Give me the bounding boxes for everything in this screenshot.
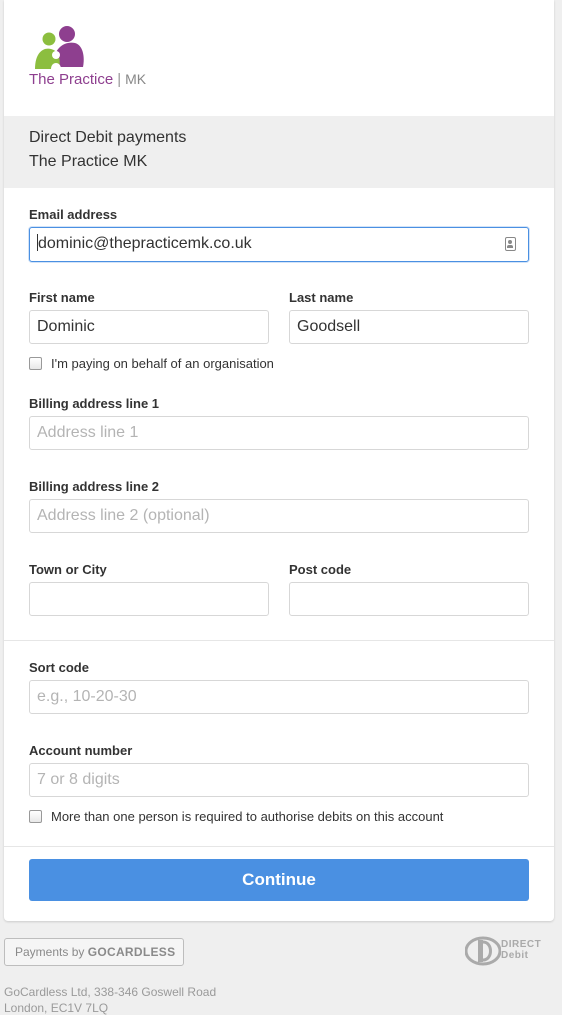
account-number-field[interactable]: 7 or 8 digits <box>29 763 529 797</box>
sort-code-label: Sort code <box>29 660 89 675</box>
last-name-value: Goodsell <box>297 318 361 335</box>
practice-logo: The Practice | MK <box>29 25 189 95</box>
contact-card-icon[interactable] <box>505 237 516 251</box>
multi-auth-checkbox-row[interactable]: More than one person is required to auth… <box>29 809 443 824</box>
badge-prefix: Payments by <box>15 945 85 959</box>
continue-button[interactable]: Continue <box>29 859 529 901</box>
email-field[interactable]: dominic@thepracticemk.co.uk <box>29 227 529 262</box>
dd-line1: DIRECT <box>501 939 542 950</box>
organisation-checkbox[interactable] <box>29 357 42 370</box>
direct-debit-icon <box>464 936 502 966</box>
merchant-header: Direct Debit payments The Practice MK <box>4 116 554 188</box>
town-label: Town or City <box>29 562 107 577</box>
first-name-value: Dominic <box>37 318 95 335</box>
section-divider <box>4 846 554 847</box>
organisation-checkbox-row[interactable]: I'm paying on behalf of an organisation <box>29 356 274 371</box>
email-value: dominic@thepracticemk.co.uk <box>38 235 252 252</box>
multi-auth-checkbox-label: More than one person is required to auth… <box>51 809 444 824</box>
email-label: Email address <box>29 207 118 222</box>
first-name-label: First name <box>29 290 95 305</box>
payment-card: The Practice | MK Direct Debit payments Th… <box>4 0 554 921</box>
multi-auth-checkbox[interactable] <box>29 810 42 823</box>
practice-logo-text: The Practice | MK <box>29 71 146 88</box>
merchant-title: Direct Debit payments <box>29 129 187 146</box>
account-number-placeholder: 7 or 8 digits <box>37 771 120 788</box>
logo-suffix: MK <box>125 71 147 87</box>
address2-label: Billing address line 2 <box>29 479 160 494</box>
section-divider <box>4 640 554 641</box>
first-name-field[interactable]: Dominic <box>29 310 269 344</box>
address2-placeholder: Address line 2 (optional) <box>37 507 210 524</box>
address2-field[interactable]: Address line 2 (optional) <box>29 499 529 533</box>
direct-debit-logo: DIRECT Debit <box>464 936 553 968</box>
last-name-field[interactable]: Goodsell <box>289 310 529 344</box>
address1-placeholder: Address line 1 <box>37 424 139 441</box>
logo-separator: | <box>117 71 122 88</box>
sort-code-field[interactable]: e.g., 10-20-30 <box>29 680 529 714</box>
account-number-label: Account number <box>29 743 133 758</box>
footer-address-line1: GoCardless Ltd, 338-346 Goswell Road <box>4 985 217 999</box>
town-field[interactable] <box>29 582 269 616</box>
dd-line2: Debit <box>501 950 529 961</box>
badge-brand: GOCARDLESS <box>87 945 176 959</box>
postcode-label: Post code <box>289 562 352 577</box>
footer-address-line2: London, EC1V 7LQ <box>4 1001 109 1015</box>
practice-logo-icon <box>35 26 84 69</box>
sort-code-placeholder: e.g., 10-20-30 <box>37 688 137 705</box>
logo-brand: The Practice <box>29 71 114 88</box>
organisation-checkbox-label: I'm paying on behalf of an organisation <box>51 356 274 371</box>
postcode-field[interactable] <box>289 582 529 616</box>
address1-label: Billing address line 1 <box>29 396 160 411</box>
direct-debit-text: DIRECT Debit <box>501 939 541 961</box>
gocardless-badge[interactable]: Payments by GOCARDLESS <box>4 938 184 966</box>
merchant-name: The Practice MK <box>29 153 148 170</box>
last-name-label: Last name <box>289 290 354 305</box>
address1-field[interactable]: Address line 1 <box>29 416 529 450</box>
